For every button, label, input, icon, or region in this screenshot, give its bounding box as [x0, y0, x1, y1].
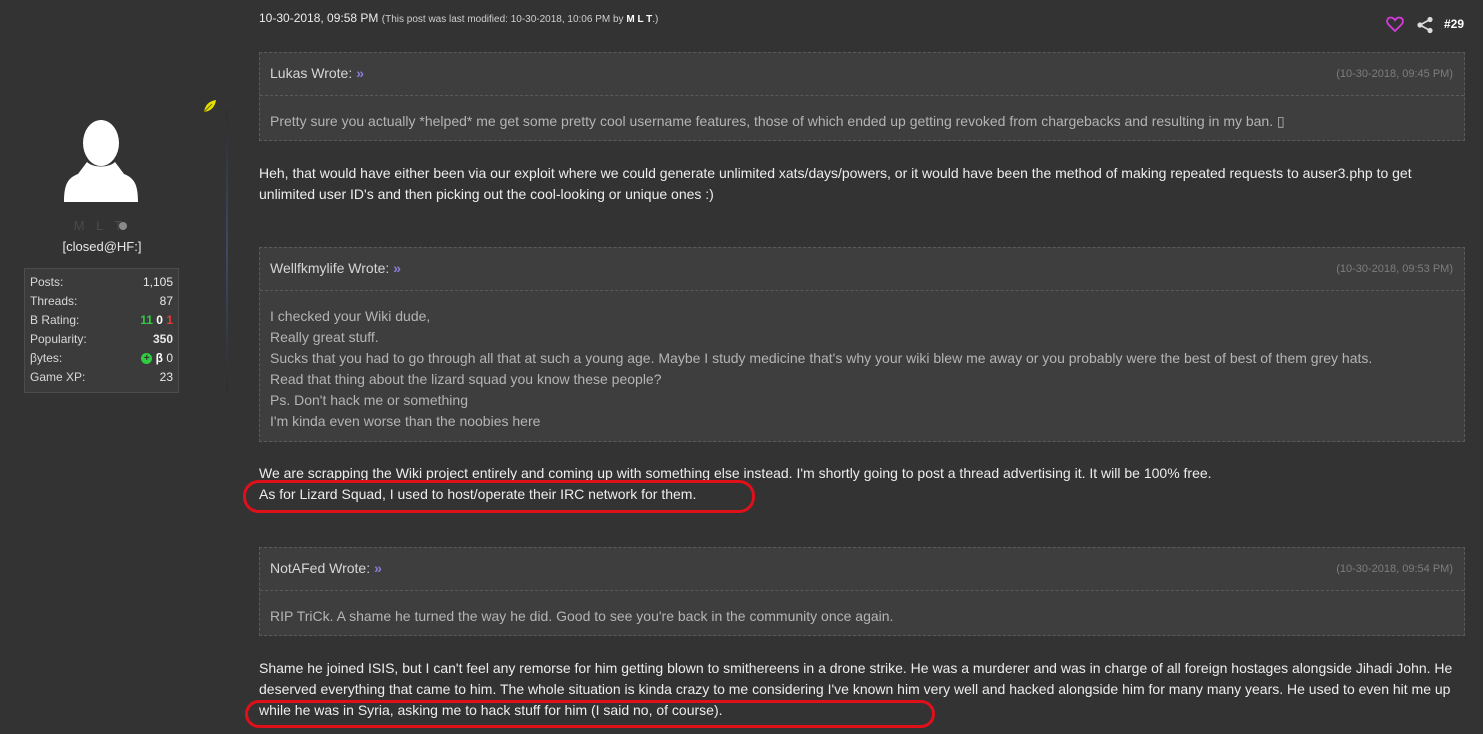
share-icon[interactable] [1416, 16, 1434, 34]
leaf-icon [203, 99, 217, 113]
quote-jump-icon[interactable]: » [374, 560, 382, 576]
quote-line: Sucks that you had to go through all tha… [270, 350, 1373, 366]
user-stats-panel: Posts: 1,105 Threads: 87 B Rating: 11 0 … [24, 268, 179, 393]
quote-body: Pretty sure you actually *helped* me get… [270, 111, 1454, 132]
quote-jump-icon[interactable]: » [393, 260, 401, 276]
default-avatar-icon[interactable] [62, 118, 140, 202]
stat-popularity: Popularity: 350 [30, 330, 173, 349]
stat-bytes: βytes: + β 0 [30, 349, 173, 368]
quote-header: Wellfkmylife Wrote:» (10-30-2018, 09:53 … [260, 248, 1464, 291]
sidebar-divider [226, 110, 228, 392]
post-date: 10-30-2018, 09:58 PM (This post was last… [259, 11, 658, 25]
stat-threads: Threads: 87 [30, 292, 173, 311]
quote-date: (10-30-2018, 09:53 PM) [1336, 263, 1453, 275]
quote-header: NotAFed Wrote:» (10-30-2018, 09:54 PM) [260, 548, 1464, 591]
stat-label: Game XP: [30, 370, 86, 384]
quote-date: (10-30-2018, 09:45 PM) [1336, 68, 1453, 80]
stat-label: Popularity: [30, 332, 87, 346]
quote-header: Lukas Wrote:» (10-30-2018, 09:45 PM) [260, 53, 1464, 96]
heart-icon[interactable] [1386, 15, 1404, 33]
quote-author: NotAFed Wrote:» [270, 560, 382, 576]
stat-label: B Rating: [30, 313, 80, 327]
quote-line: I checked your Wiki dude, [270, 308, 431, 324]
quote-line: Ps. Don't hack me or something [270, 392, 468, 408]
stat-posts: Posts: 1,105 [30, 273, 173, 292]
stat-value[interactable]: 23 [160, 368, 173, 387]
reply-text: Heh, that would have either been via our… [259, 165, 1412, 202]
bytes-values[interactable]: + β 0 [141, 349, 173, 368]
quote-author-name: Wellfkmylife Wrote: [270, 260, 390, 276]
stat-label: Posts: [30, 275, 64, 289]
quote-line: I'm kinda even worse than the noobies he… [270, 413, 541, 429]
edit-note-text: (This post was last modified: 10-30-2018… [381, 14, 624, 25]
username[interactable]: M L T [60, 218, 140, 233]
quote-block: Wellfkmylife Wrote:» (10-30-2018, 09:53 … [259, 247, 1465, 442]
bytes-symbol: β [155, 351, 163, 365]
plus-icon[interactable]: + [141, 353, 153, 365]
stat-game-xp: Game XP: 23 [30, 368, 173, 387]
edit-by-link[interactable]: M L T [626, 14, 652, 25]
quote-jump-icon[interactable]: » [356, 65, 364, 81]
edit-note-close: .) [652, 14, 659, 25]
quote-body: I checked your Wiki dude, Really great s… [270, 306, 1454, 432]
quote-author-name: NotAFed Wrote: [270, 560, 371, 576]
b-rating-neutral: 0 [156, 313, 163, 327]
quote-line: Pretty sure you actually *helped* me get… [270, 113, 1285, 129]
stat-value[interactable]: 1,105 [143, 273, 173, 292]
online-status-icon [119, 222, 127, 230]
quote-author: Wellfkmylife Wrote:» [270, 260, 401, 276]
quote-line: RIP TriCk. A shame he turned the way he … [270, 608, 894, 624]
stat-label: βytes: [30, 351, 63, 365]
quote-author-name: Lukas Wrote: [270, 65, 353, 81]
quote-date: (10-30-2018, 09:54 PM) [1336, 563, 1453, 575]
user-title: [closed@HF:] [62, 239, 142, 254]
post-date-text: 10-30-2018, 09:58 PM [259, 11, 379, 25]
stat-value[interactable]: 87 [160, 292, 173, 311]
quote-author: Lukas Wrote:» [270, 65, 364, 81]
stat-value[interactable]: 350 [153, 330, 173, 349]
b-rating-negative: 1 [166, 313, 173, 327]
edit-note: (This post was last modified: 10-30-2018… [382, 14, 659, 25]
highlight-circle [245, 700, 935, 728]
quote-line: Read that thing about the lizard squad y… [270, 371, 662, 387]
stat-label: Threads: [30, 294, 78, 308]
bytes-value: 0 [166, 351, 173, 365]
post-number-link[interactable]: #29 [1444, 17, 1464, 31]
quote-line: Really great stuff. [270, 329, 379, 345]
quote-block: NotAFed Wrote:» (10-30-2018, 09:54 PM) R… [259, 547, 1465, 636]
quote-body: RIP TriCk. A shame he turned the way he … [270, 606, 1454, 627]
b-rating-values[interactable]: 11 0 1 [140, 311, 173, 330]
quote-block: Lukas Wrote:» (10-30-2018, 09:45 PM) Pre… [259, 52, 1465, 141]
b-rating-positive: 11 [140, 313, 153, 327]
highlight-circle [243, 480, 755, 513]
stat-b-rating: B Rating: 11 0 1 [30, 311, 173, 330]
